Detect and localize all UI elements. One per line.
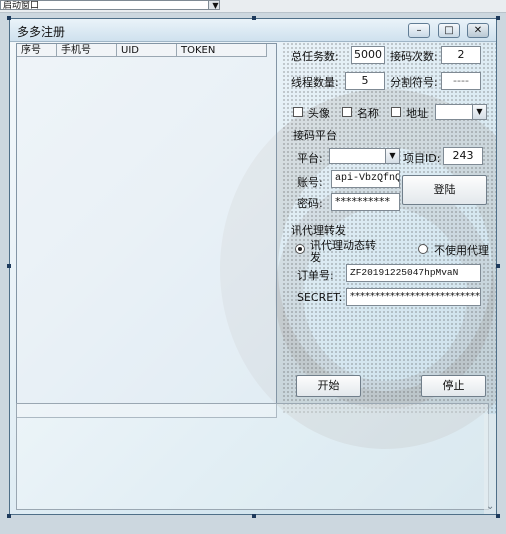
threads-input[interactable]: 5 [345, 72, 385, 90]
no-proxy-radio[interactable] [418, 244, 428, 254]
no-proxy-radio-label: 不使用代理 [434, 244, 489, 257]
resize-handle-bottom-left[interactable] [7, 514, 11, 518]
close-button[interactable]: ✕ [467, 23, 489, 38]
platform-label: 平台: [297, 152, 323, 165]
col-header-phone[interactable]: 手机号 [57, 44, 117, 57]
sms-platform-group-label: 接码平台 [293, 129, 337, 142]
col-header-uid[interactable]: UID [117, 44, 177, 57]
chevron-down-icon[interactable]: ▼ [385, 149, 399, 163]
receive-times-label: 接码次数: [390, 50, 438, 63]
secret-input[interactable]: ****************************** [346, 288, 481, 306]
account-label: 账号: [297, 176, 323, 189]
window-titlebar[interactable]: 多多注册 – □ ✕ [10, 19, 496, 42]
account-list[interactable]: 序号 手机号 UID TOKEN [16, 43, 277, 418]
resize-handle-top-right[interactable] [496, 16, 500, 20]
col-header-index[interactable]: 序号 [17, 44, 57, 57]
platform-combo[interactable]: ▼ [329, 148, 400, 164]
stop-button[interactable]: 停止 [421, 375, 486, 397]
account-input[interactable]: api-VbzQfnQS [331, 170, 400, 188]
startup-window-combo[interactable]: 启动窗口 ▼ [0, 0, 220, 10]
chevron-down-icon[interactable]: ▼ [208, 1, 219, 9]
window-title: 多多注册 [17, 25, 66, 39]
dynamic-proxy-radio[interactable] [295, 244, 305, 254]
password-input[interactable]: ********** [331, 193, 400, 211]
minimize-button[interactable]: – [408, 23, 430, 38]
log-scrollbar[interactable]: ⌄ [484, 414, 496, 514]
total-tasks-input[interactable]: 5000 [351, 46, 385, 64]
avatar-checkbox-label: 头像 [308, 107, 330, 120]
chevron-down-icon[interactable]: ▼ [472, 105, 486, 119]
receive-times-input[interactable]: 2 [441, 46, 481, 64]
startup-window-combo-value: 启动窗口 [3, 1, 40, 10]
project-id-label: 项目ID: [403, 152, 441, 165]
resize-handle-right[interactable] [496, 264, 500, 268]
address-checkbox[interactable] [391, 107, 401, 117]
order-number-input[interactable]: ZF20191225047hpMvaN [346, 264, 481, 282]
log-panel[interactable] [16, 403, 489, 510]
main-window: 多多注册 – □ ✕ 序号 手机号 UID TOKEN ⌄ 总任务数: 5000… [9, 18, 497, 515]
nickname-checkbox-label: 名称 [357, 107, 379, 120]
start-button[interactable]: 开始 [296, 375, 361, 397]
project-id-input[interactable]: 243 [443, 147, 483, 165]
order-number-label: 订单号: [297, 269, 334, 282]
maximize-button[interactable]: □ [438, 23, 460, 38]
login-button[interactable]: 登陆 [402, 175, 487, 205]
address-checkbox-label: 地址 [406, 107, 428, 120]
separator-input[interactable]: ---- [441, 72, 481, 90]
resize-handle-top-left[interactable] [7, 16, 11, 20]
col-header-token[interactable]: TOKEN [177, 44, 267, 57]
total-tasks-label: 总任务数: [291, 50, 339, 63]
resize-handle-bottom[interactable] [252, 514, 256, 518]
address-combo[interactable]: ▼ [435, 104, 487, 120]
secret-label: SECRET: [297, 291, 343, 304]
dynamic-proxy-radio-label: 讯代理动态转发 [310, 239, 376, 264]
resize-handle-left[interactable] [7, 264, 11, 268]
separator-label: 分割符号: [390, 76, 438, 89]
nickname-checkbox[interactable] [342, 107, 352, 117]
password-label: 密码: [297, 197, 323, 210]
resize-handle-bottom-right[interactable] [496, 514, 500, 518]
threads-label: 线程数量: [291, 76, 339, 89]
resize-handle-top[interactable] [252, 16, 256, 20]
avatar-checkbox[interactable] [293, 107, 303, 117]
top-toolbar: 启动窗口 ▼ [0, 0, 506, 13]
scroll-down-icon[interactable]: ⌄ [486, 501, 494, 512]
proxy-group-label: 讯代理转发 [291, 224, 346, 237]
